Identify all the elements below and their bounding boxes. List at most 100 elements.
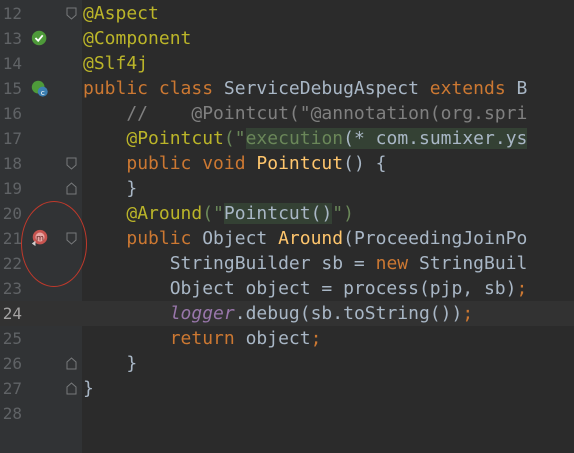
code-token: public void	[126, 153, 257, 174]
code-text[interactable]: @Component	[83, 26, 191, 51]
code-token: ServiceDebugAspect	[223, 78, 430, 99]
code-token: ")	[332, 203, 354, 224]
code-line[interactable]: 13 @Component	[0, 26, 574, 51]
fold-start-icon[interactable]	[66, 157, 77, 170]
code-token: return	[169, 328, 246, 349]
code-token: }	[83, 378, 94, 399]
line-number[interactable]: 16	[0, 101, 22, 126]
code-token: ("	[223, 128, 246, 149]
line-number[interactable]: 19	[0, 176, 22, 201]
code-text[interactable]: @Around("Pointcut()")	[83, 201, 354, 226]
line-number[interactable]: 12	[0, 1, 22, 26]
code-text[interactable]: @Pointcut("execution(* com.sumixer.ys	[83, 126, 528, 151]
code-text[interactable]: logger.debug(sb.toString());	[83, 301, 473, 326]
code-text[interactable]: // @Pointcut("@annotation(org.spri	[83, 101, 527, 126]
line-number[interactable]: 27	[0, 376, 22, 401]
line-number[interactable]: 24	[0, 301, 22, 326]
code-token: Pointcut()	[223, 203, 333, 224]
line-number[interactable]: 22	[0, 251, 22, 276]
code-line[interactable]: 16 // @Pointcut("@annotation(org.spri	[0, 101, 574, 126]
line-number[interactable]: 26	[0, 351, 22, 376]
code-token: Pointcut	[256, 153, 344, 174]
code-token: logger	[169, 303, 235, 324]
code-token: Object object = process(pjp, sb)	[83, 278, 517, 299]
code-token: ;	[462, 303, 474, 324]
code-line[interactable]: 22 StringBuilder sb = new StringBuil	[0, 251, 574, 276]
code-text[interactable]: @Slf4j	[83, 51, 148, 76]
code-line[interactable]: 15 public class ServiceDebugAspect extend…	[0, 76, 574, 101]
code-text[interactable]: }	[83, 376, 94, 401]
code-token: new	[375, 253, 419, 274]
code-line[interactable]: 19 }	[0, 176, 574, 201]
code-token: @Slf4j	[83, 53, 149, 74]
line-number[interactable]: 25	[0, 326, 22, 351]
line-number[interactable]: 23	[0, 276, 22, 301]
code-text[interactable]: Object object = process(pjp, sb);	[83, 276, 528, 301]
spring-bean-icon[interactable]	[30, 28, 50, 48]
code-token: @Component	[83, 28, 192, 49]
code-text[interactable]: @Aspect	[83, 1, 159, 26]
code-token: Around	[278, 228, 344, 249]
code-line[interactable]: 17 @Pointcut("execution(* com.sumixer.ys	[0, 126, 574, 151]
code-token: ;	[310, 328, 322, 349]
annotation-circle	[21, 201, 87, 287]
code-token: public class	[83, 78, 224, 99]
code-line[interactable]: 24 logger.debug(sb.toString());	[0, 301, 574, 326]
code-token: extends	[429, 78, 517, 99]
fold-end-icon[interactable]	[66, 357, 77, 370]
code-line[interactable]: 26 }	[0, 351, 574, 376]
code-token: StringBuil	[418, 253, 528, 274]
line-number[interactable]: 20	[0, 201, 22, 226]
fold-end-icon[interactable]	[66, 182, 77, 195]
fold-end-icon[interactable]	[66, 382, 77, 395]
code-line[interactable]: 27}	[0, 376, 574, 401]
code-line[interactable]: 14 @Slf4j	[0, 51, 574, 76]
svg-text:c: c	[41, 88, 45, 97]
line-number[interactable]: 21	[0, 226, 22, 251]
code-token: (* com.sumixer.ys	[343, 128, 528, 149]
code-line[interactable]: 25 return object;	[0, 326, 574, 351]
line-number[interactable]: 18	[0, 151, 22, 176]
code-token: // @Pointcut("@annotation(org.spri	[83, 103, 528, 124]
code-line[interactable]: 23 Object object = process(pjp, sb);	[0, 276, 574, 301]
code-line[interactable]: 20 @Around("Pointcut()")	[0, 201, 574, 226]
line-number[interactable]: 28	[0, 401, 22, 426]
code-line[interactable]: 12 @Aspect	[0, 1, 574, 26]
code-token: }	[83, 353, 138, 374]
line-number[interactable]: 15	[0, 76, 22, 101]
code-token: public	[126, 228, 203, 249]
code-token: ;	[516, 278, 528, 299]
fold-start-icon[interactable]	[66, 7, 77, 20]
code-text[interactable]: StringBuilder sb = new StringBuil	[83, 251, 528, 276]
code-line[interactable]: 28	[0, 401, 574, 426]
code-text[interactable]: }	[83, 351, 137, 376]
code-text[interactable]: public class ServiceDebugAspect extends …	[83, 76, 527, 101]
code-token: @Pointcut	[126, 128, 224, 149]
code-token: execution	[245, 128, 344, 149]
line-number[interactable]: 13	[0, 26, 22, 51]
line-number[interactable]: 14	[0, 51, 22, 76]
code-text[interactable]: }	[83, 176, 137, 201]
code-token: B	[516, 78, 528, 99]
code-line[interactable]: 18 public void Pointcut() {	[0, 151, 574, 176]
code-token: }	[83, 178, 138, 199]
code-token: Object	[202, 228, 279, 249]
code-token: @Aspect	[83, 3, 159, 24]
line-number[interactable]: 17	[0, 126, 22, 151]
code-text[interactable]: public void Pointcut() {	[83, 151, 386, 176]
code-token: @Around	[126, 203, 203, 224]
code-token: object	[245, 328, 311, 349]
spring-class-icon[interactable]: c	[30, 78, 50, 98]
code-text[interactable]: public Object Around(ProceedingJoinPo	[83, 226, 527, 251]
code-token: (ProceedingJoinPo	[343, 228, 528, 249]
code-text[interactable]: return object;	[83, 326, 322, 351]
code-token: () {	[343, 153, 387, 174]
code-token: StringBuilder sb =	[83, 253, 376, 274]
code-token: .debug(sb.toString())	[234, 303, 463, 324]
